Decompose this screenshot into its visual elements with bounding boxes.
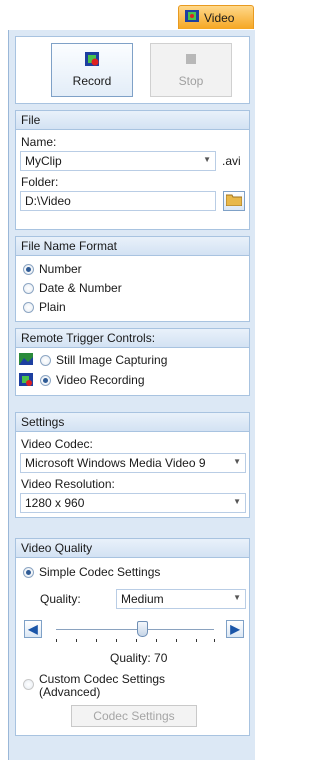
radio-date-number-label: Date & Number (39, 281, 122, 295)
slider-tick (116, 639, 117, 642)
radio-date-number[interactable]: Date & Number (23, 281, 122, 295)
chevron-down-icon[interactable]: ▼ (233, 457, 241, 466)
radio-plain-button[interactable] (23, 301, 34, 313)
radio-simple-codec-label: Simple Codec Settings (39, 565, 161, 579)
chevron-down-icon[interactable]: ▼ (233, 497, 241, 506)
quality-increase-button[interactable]: ▶ (226, 620, 244, 638)
radio-number[interactable]: Number (23, 262, 82, 276)
tab-strip: Video (0, 0, 255, 30)
tab-video[interactable]: Video (178, 5, 254, 29)
slider-tick (214, 639, 215, 642)
radio-plain[interactable]: Plain (23, 300, 66, 314)
radio-custom-codec-button[interactable] (23, 679, 34, 690)
video-quality-title: Video Quality (16, 539, 249, 558)
radio-custom-codec[interactable]: Custom Codec Settings (Advanced) (23, 673, 165, 699)
file-name-format-title: File Name Format (16, 237, 249, 256)
radio-plain-label: Plain (39, 300, 66, 314)
still-image-icon (19, 353, 33, 368)
video-codec-value: Microsoft Windows Media Video 9 (25, 456, 206, 470)
slider-tick (56, 639, 57, 642)
remote-trigger-title: Remote Trigger Controls: (16, 329, 249, 348)
settings-title: Settings (16, 413, 249, 432)
video-quality-group: Video Quality Simple Codec Settings Qual… (15, 538, 250, 736)
quality-select[interactable]: Medium ▼ (116, 589, 246, 609)
radio-custom-codec-sublabel: (Advanced) (39, 685, 101, 699)
tab-video-label: Video (204, 10, 235, 25)
file-extension: .avi (222, 154, 241, 168)
record-button-label: Record (72, 74, 112, 88)
slider-tick (76, 639, 77, 642)
name-label: Name: (21, 135, 57, 149)
stop-button-label: Stop (178, 74, 204, 88)
video-codec-select[interactable]: Microsoft Windows Media Video 9 ▼ (20, 453, 246, 473)
video-recording-icon (19, 373, 33, 389)
stop-button[interactable]: Stop (150, 43, 232, 97)
record-icon (52, 44, 132, 74)
name-value: MyClip (25, 154, 62, 168)
video-panel: Record Stop File Name: MyClip ▼ .avi Fol… (8, 30, 255, 760)
folder-label: Folder: (21, 175, 59, 189)
radio-still-image-button[interactable] (40, 354, 51, 366)
radio-date-number-button[interactable] (23, 282, 34, 294)
file-group-title: File (16, 111, 249, 130)
radio-number-label: Number (39, 262, 82, 276)
radio-simple-codec-button[interactable] (23, 566, 34, 578)
stop-icon (151, 44, 231, 74)
arrow-left-icon: ◀ (28, 622, 38, 636)
folder-field[interactable]: D:\Video (20, 191, 216, 211)
quality-slider-track[interactable] (56, 629, 214, 630)
radio-video-recording[interactable]: Video Recording (40, 373, 145, 387)
video-resolution-label: Video Resolution: (21, 477, 115, 491)
quality-slider-thumb[interactable] (136, 621, 148, 637)
radio-video-recording-button[interactable] (40, 374, 51, 386)
video-resolution-select[interactable]: 1280 x 960 ▼ (20, 493, 246, 513)
quality-value: Medium (121, 592, 164, 606)
name-combo[interactable]: MyClip ▼ (20, 151, 216, 171)
quality-decrease-button[interactable]: ◀ (24, 620, 42, 638)
quality-label: Quality: (40, 592, 81, 606)
chevron-down-icon[interactable]: ▼ (203, 155, 211, 164)
film-icon (185, 10, 199, 25)
video-codec-label: Video Codec: (21, 437, 93, 451)
radio-number-button[interactable] (23, 263, 34, 275)
codec-settings-button[interactable]: Codec Settings (71, 705, 197, 727)
video-resolution-value: 1280 x 960 (25, 496, 85, 510)
record-controls: Record Stop (15, 36, 250, 104)
slider-tick (156, 639, 157, 642)
chevron-down-icon[interactable]: ▼ (233, 593, 241, 602)
slider-tick (196, 639, 197, 642)
file-name-format-group: File Name Format Number Date & Number Pl… (15, 236, 250, 322)
slider-tick (136, 639, 137, 642)
file-group: File Name: MyClip ▼ .avi Folder: D:\Vide… (15, 110, 250, 230)
radio-still-image-label: Still Image Capturing (56, 353, 168, 367)
settings-group: Settings Video Codec: Microsoft Windows … (15, 412, 250, 518)
radio-still-image[interactable]: Still Image Capturing (40, 353, 167, 367)
slider-tick (176, 639, 177, 642)
record-button[interactable]: Record (51, 43, 133, 97)
arrow-right-icon: ▶ (230, 622, 240, 636)
remote-trigger-group: Remote Trigger Controls: Still Image Cap… (15, 328, 250, 396)
browse-folder-button[interactable] (223, 191, 245, 211)
quality-slider-readout: Quality: 70 (110, 651, 168, 665)
folder-value: D:\Video (25, 194, 71, 208)
slider-tick (96, 639, 97, 642)
folder-icon (225, 193, 243, 209)
radio-simple-codec[interactable]: Simple Codec Settings (23, 565, 160, 579)
radio-video-recording-label: Video Recording (56, 373, 145, 387)
